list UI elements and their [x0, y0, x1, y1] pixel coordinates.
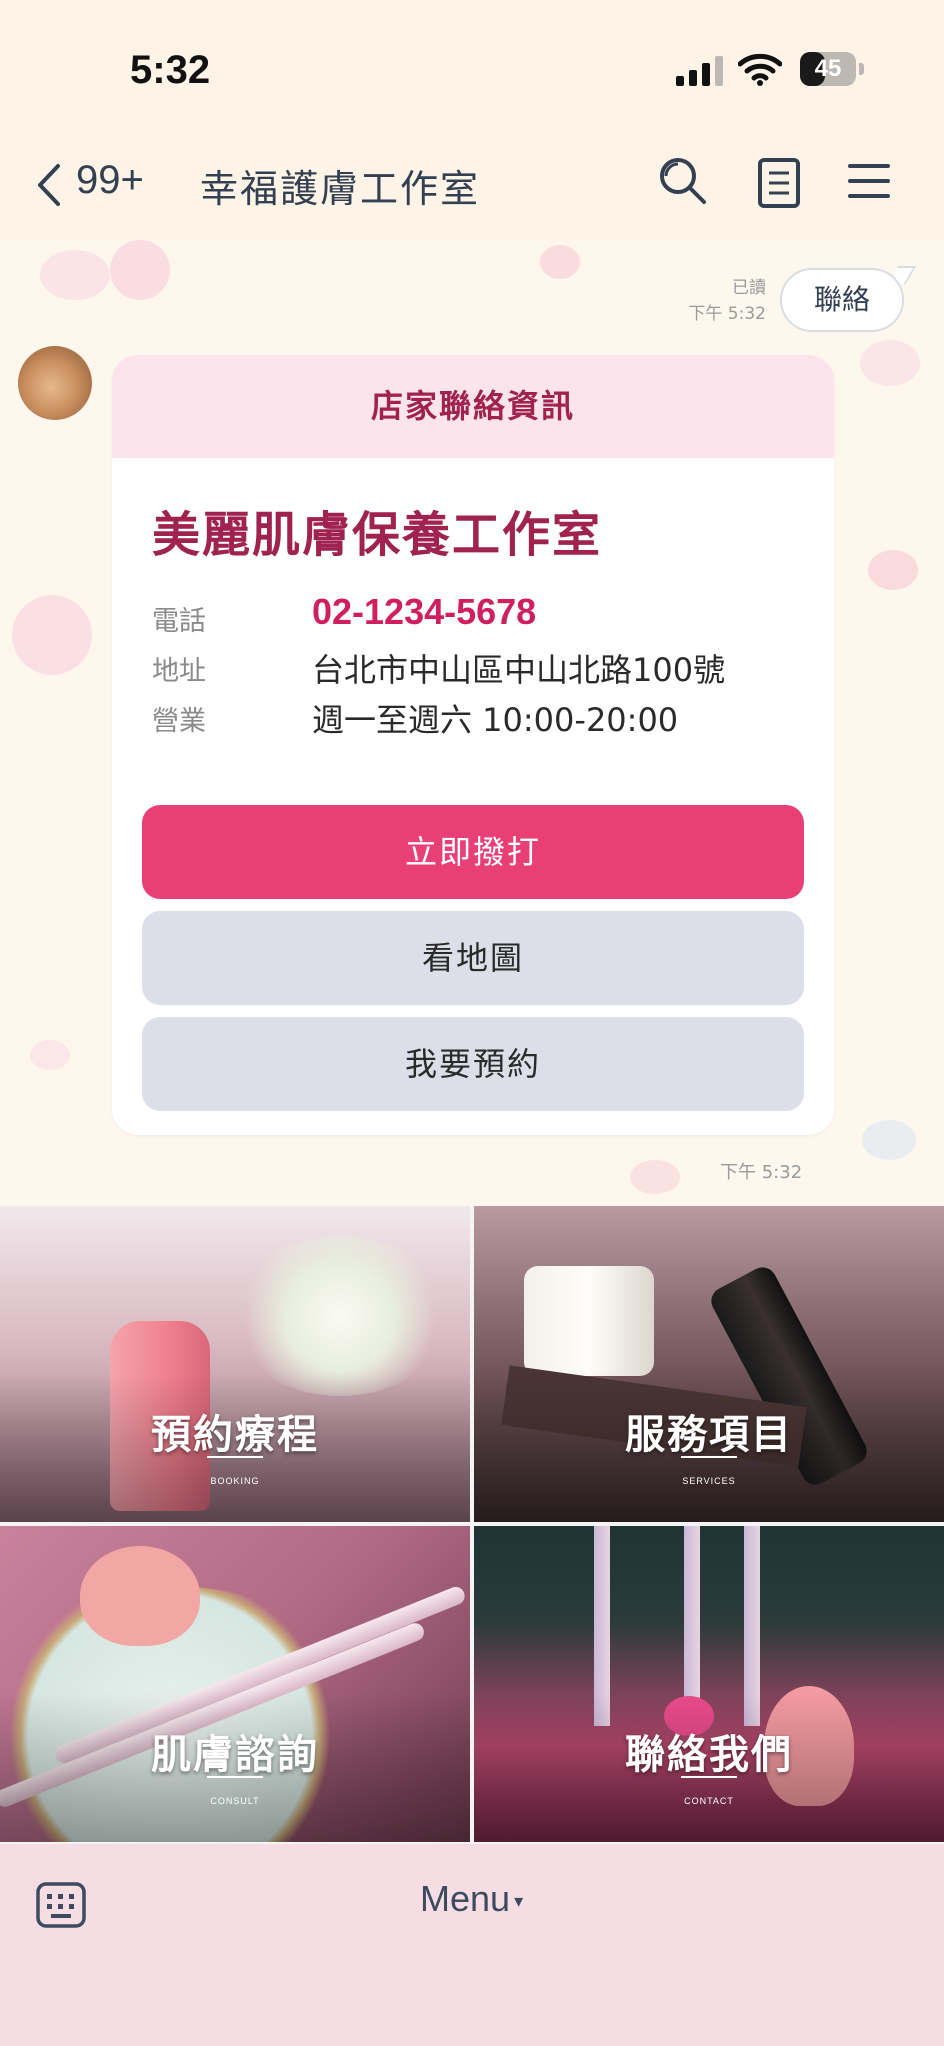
tile-title: 預約療程	[151, 1412, 319, 1458]
chat-header: 99+ 幸福護膚工作室	[0, 130, 944, 240]
info-label: 地址	[152, 656, 206, 687]
read-receipt: 已讀 下午 5:32	[630, 275, 766, 327]
tile-subtitle: CONTACT	[684, 1796, 734, 1806]
bottom-bar: Menu ▾	[0, 1844, 944, 2046]
chevron-left-icon[interactable]	[30, 160, 70, 210]
tile-title: 聯絡我們	[625, 1732, 793, 1778]
status-time: 5:32	[130, 48, 211, 92]
rich-menu: 預約療程 BOOKING 服務項目 SERVICES 肌膚諮詢 CONSULT …	[0, 1206, 944, 1844]
wallpaper-decoration	[860, 340, 920, 386]
info-label: 電話	[152, 606, 206, 637]
sponge-decoration	[80, 1546, 200, 1646]
chat-area[interactable]: 已讀 下午 5:32 聯絡 店家聯絡資訊 美麗肌膚保養工作室 電話 02-123…	[0, 240, 944, 1206]
menu-label: Menu	[420, 1878, 511, 1919]
shop-name: 美麗肌膚保養工作室	[152, 507, 603, 563]
cellular-signal-icon	[676, 56, 723, 86]
phone-number[interactable]: 02-1234-5678	[312, 591, 536, 633]
status-bar: 5:32 45	[0, 0, 944, 130]
rich-menu-tile-consult[interactable]: 肌膚諮詢 CONSULT	[0, 1526, 470, 1842]
cream-jar-decoration	[524, 1266, 654, 1376]
address-value: 台北市中山區中山北路100號	[312, 651, 726, 689]
battery-icon: 45	[800, 52, 856, 86]
brush-decoration	[684, 1526, 700, 1706]
wallpaper-decoration	[630, 1160, 680, 1194]
contact-info-card: 店家聯絡資訊 美麗肌膚保養工作室 電話 02-1234-5678 地址 台北市中…	[112, 355, 834, 1135]
menu-toggle-button[interactable]: Menu ▾	[420, 1878, 620, 1928]
card-header: 店家聯絡資訊	[112, 355, 834, 458]
keyboard-icon[interactable]	[36, 1882, 86, 1928]
tile-underline	[681, 1776, 737, 1778]
wallpaper-decoration	[868, 550, 918, 590]
info-row-hours: 營業 週一至週六 10:00-20:00	[152, 695, 812, 739]
tile-underline	[207, 1456, 263, 1458]
sent-time: 下午 5:32	[688, 304, 766, 324]
wallpaper-decoration	[110, 240, 170, 300]
wallpaper-decoration	[30, 1040, 70, 1070]
call-now-button[interactable]: 立即撥打	[142, 805, 804, 899]
avatar[interactable]	[18, 346, 92, 420]
caret-down-icon: ▾	[514, 1890, 524, 1911]
rich-menu-tile-booking[interactable]: 預約療程 BOOKING	[0, 1206, 470, 1522]
unread-count[interactable]: 99+	[76, 158, 144, 203]
tile-title: 服務項目	[625, 1412, 793, 1458]
wallpaper-decoration	[40, 250, 110, 300]
notes-icon[interactable]	[754, 156, 804, 210]
book-appointment-button[interactable]: 我要預約	[142, 1017, 804, 1111]
wallpaper-decoration	[540, 245, 580, 279]
info-row-phone: 電話 02-1234-5678	[152, 591, 812, 639]
rich-menu-tile-contact[interactable]: 聯絡我們 CONTACT	[474, 1526, 944, 1842]
chat-title: 幸福護膚工作室	[200, 167, 481, 211]
tile-subtitle: BOOKING	[210, 1476, 260, 1486]
battery-level: 45	[814, 55, 842, 82]
info-label: 營業	[152, 706, 206, 737]
read-status: 已讀	[732, 278, 766, 298]
battery-tip	[859, 63, 864, 75]
tile-subtitle: CONSULT	[210, 1796, 260, 1806]
search-icon[interactable]	[656, 154, 710, 208]
wallpaper-decoration	[12, 595, 92, 675]
hours-value: 週一至週六 10:00-20:00	[312, 701, 679, 739]
menu-icon[interactable]	[846, 158, 892, 204]
tile-underline	[207, 1776, 263, 1778]
tile-title: 肌膚諮詢	[151, 1732, 319, 1778]
info-row-address: 地址 台北市中山區中山北路100號	[152, 645, 812, 689]
wifi-icon	[738, 53, 782, 86]
message-time: 下午 5:32	[720, 1162, 803, 1183]
tile-subtitle: SERVICES	[682, 1476, 736, 1486]
wallpaper-decoration	[862, 1120, 916, 1160]
sent-message-bubble[interactable]: 聯絡	[780, 268, 904, 332]
view-map-button[interactable]: 看地圖	[142, 911, 804, 1005]
rich-menu-tile-services[interactable]: 服務項目 SERVICES	[474, 1206, 944, 1522]
tile-underline	[681, 1456, 737, 1458]
